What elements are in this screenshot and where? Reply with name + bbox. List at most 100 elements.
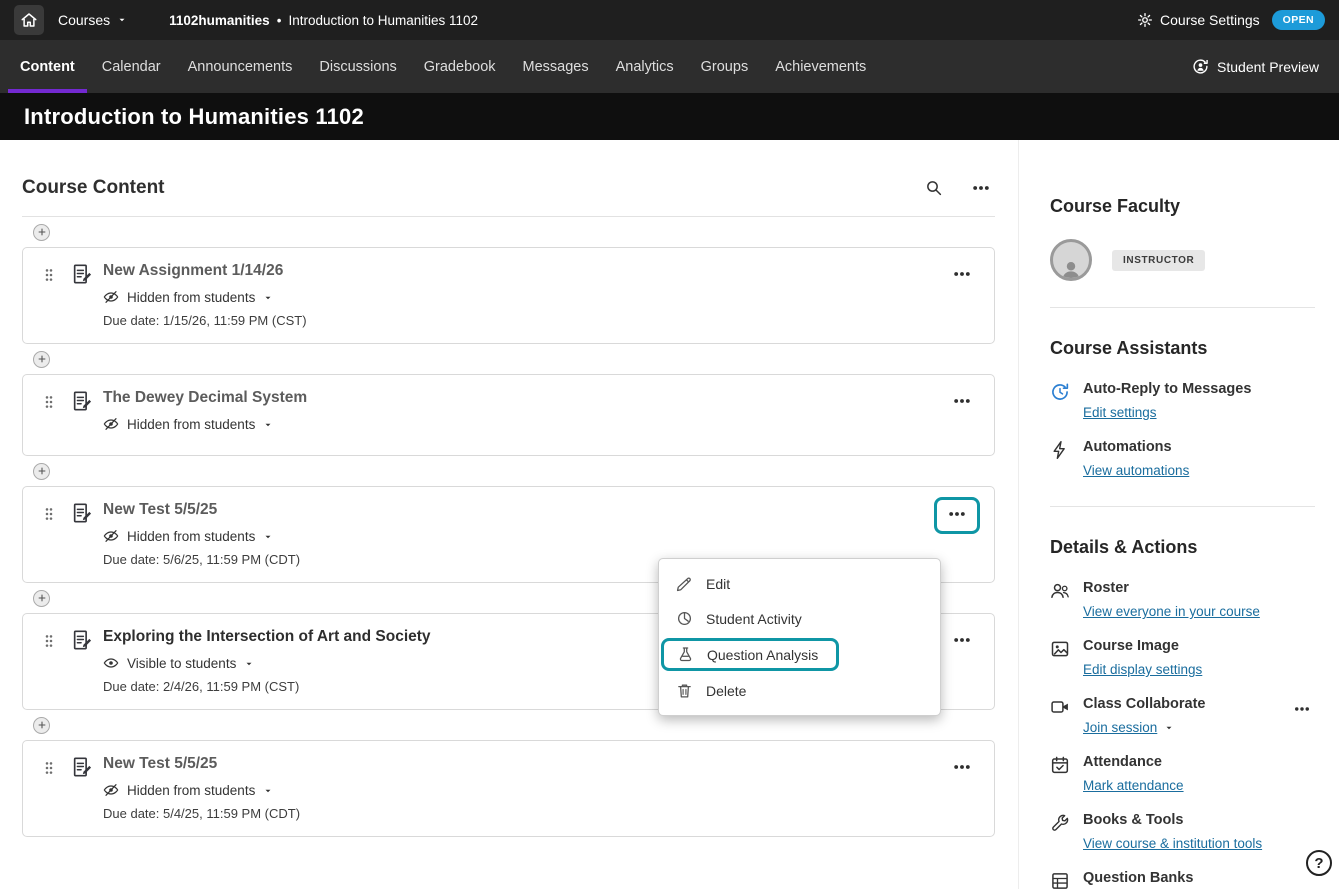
- test-icon: [71, 756, 93, 778]
- item-menu-button[interactable]: [948, 628, 976, 652]
- content-item-card: New Test 5/5/25 Hidden from students Due…: [22, 740, 995, 837]
- caret-down-icon: [263, 532, 273, 542]
- caret-down-icon: [263, 293, 273, 303]
- visibility-label: Hidden from students: [127, 290, 255, 305]
- item-menu-button[interactable]: [948, 755, 976, 779]
- drag-handle-icon[interactable]: [37, 628, 63, 649]
- item-title-link[interactable]: New Test 5/5/25: [103, 501, 934, 519]
- calendar-check-icon: [1050, 754, 1070, 795]
- menu-item-student-activity[interactable]: Student Activity: [659, 601, 940, 636]
- details-actions-section: Details & Actions Roster View everyone i…: [1050, 506, 1315, 889]
- content-item-card: New Assignment 1/14/26 Hidden from stude…: [22, 247, 995, 344]
- mark-attendance-link[interactable]: Mark attendance: [1083, 778, 1184, 793]
- top-bar: Courses 1102humanities • Introduction to…: [0, 0, 1339, 40]
- item-title-link[interactable]: The Dewey Decimal System: [103, 389, 948, 407]
- plus-icon: [37, 720, 47, 730]
- add-content-button[interactable]: [33, 590, 50, 607]
- item-title-link[interactable]: New Assignment 1/14/26: [103, 262, 948, 280]
- content-menu-button[interactable]: [967, 176, 995, 200]
- eye-slash-icon: [103, 289, 119, 305]
- blackboard-course-page: Courses 1102humanities • Introduction to…: [0, 0, 1339, 889]
- flask-icon: [677, 646, 694, 663]
- eye-slash-icon: [103, 782, 119, 798]
- add-content-button[interactable]: [33, 224, 50, 241]
- courses-label: Courses: [58, 12, 110, 28]
- details-item-title: Course Image: [1083, 638, 1315, 654]
- activity-clock-icon: [676, 610, 693, 627]
- edit-settings-link[interactable]: Edit settings: [1083, 405, 1157, 420]
- item-body: New Test 5/5/25 Hidden from students Due…: [103, 755, 948, 821]
- visibility-dropdown[interactable]: Visible to students: [103, 655, 254, 671]
- visibility-dropdown[interactable]: Hidden from students: [103, 416, 273, 432]
- item-title-link[interactable]: New Test 5/5/25: [103, 755, 948, 773]
- drag-handle-icon[interactable]: [37, 389, 63, 410]
- tab-groups[interactable]: Groups: [701, 40, 749, 93]
- menu-item-question-analysis[interactable]: Question Analysis: [661, 638, 839, 671]
- breadcrumb-separator: •: [277, 13, 282, 28]
- breadcrumb-course-name: Introduction to Humanities 1102: [288, 13, 478, 28]
- home-button[interactable]: [14, 5, 44, 35]
- visibility-dropdown[interactable]: Hidden from students: [103, 289, 273, 305]
- item-menu-button[interactable]: [948, 389, 976, 413]
- details-item-title: Question Banks: [1083, 870, 1315, 886]
- ellipsis-icon: [952, 264, 972, 284]
- add-content-row: [22, 217, 995, 247]
- tab-gradebook[interactable]: Gradebook: [424, 40, 496, 93]
- drag-handle-icon[interactable]: [37, 262, 63, 283]
- student-preview-icon: [1192, 58, 1209, 75]
- tab-achievements[interactable]: Achievements: [775, 40, 866, 93]
- auto-reply-icon: [1050, 381, 1070, 422]
- course-settings-button[interactable]: Course Settings: [1137, 12, 1260, 28]
- tab-discussions[interactable]: Discussions: [319, 40, 396, 93]
- menu-item-delete[interactable]: Delete: [659, 673, 940, 708]
- ellipsis-icon: [947, 504, 967, 524]
- details-item-course-image: Course Image Edit display settings: [1050, 638, 1315, 679]
- drag-handle-icon[interactable]: [37, 755, 63, 776]
- assistant-item-title: Auto-Reply to Messages: [1083, 381, 1315, 397]
- visibility-dropdown[interactable]: Hidden from students: [103, 782, 273, 798]
- tab-announcements[interactable]: Announcements: [188, 40, 293, 93]
- help-button[interactable]: ?: [1306, 850, 1332, 876]
- eye-slash-icon: [103, 528, 119, 544]
- drag-handle-icon[interactable]: [37, 501, 63, 522]
- add-content-button[interactable]: [33, 717, 50, 734]
- plus-icon: [37, 466, 47, 476]
- ellipsis-icon: [952, 391, 972, 411]
- join-session-link[interactable]: Join session: [1083, 720, 1174, 735]
- collaborate-menu-button[interactable]: [1289, 698, 1315, 720]
- courses-dropdown[interactable]: Courses: [58, 12, 127, 28]
- instructor-role-badge: INSTRUCTOR: [1112, 250, 1205, 271]
- edit-display-settings-link[interactable]: Edit display settings: [1083, 662, 1202, 677]
- visibility-label: Hidden from students: [127, 417, 255, 432]
- search-icon: [925, 179, 943, 197]
- add-content-button[interactable]: [33, 463, 50, 480]
- details-item-title: Class Collaborate: [1083, 696, 1276, 712]
- breadcrumb-course-id: 1102humanities: [169, 13, 270, 28]
- instructor-avatar[interactable]: [1050, 239, 1092, 281]
- student-preview-label: Student Preview: [1217, 59, 1319, 75]
- tab-content[interactable]: Content: [20, 40, 75, 93]
- item-body: The Dewey Decimal System Hidden from stu…: [103, 389, 948, 440]
- caret-down-icon: [117, 15, 127, 25]
- due-date: Due date: 5/4/25, 11:59 PM (CDT): [103, 806, 948, 821]
- tab-messages[interactable]: Messages: [523, 40, 589, 93]
- ellipsis-icon: [952, 757, 972, 777]
- pencil-icon: [676, 575, 693, 592]
- add-content-button[interactable]: [33, 351, 50, 368]
- student-preview-button[interactable]: Student Preview: [1192, 40, 1319, 93]
- add-content-row: [22, 344, 995, 374]
- course-open-badge[interactable]: OPEN: [1272, 10, 1325, 30]
- search-button[interactable]: [925, 179, 943, 197]
- visibility-dropdown[interactable]: Hidden from students: [103, 528, 273, 544]
- assistant-item-auto-reply: Auto-Reply to Messages Edit settings: [1050, 381, 1315, 422]
- item-menu-button-active[interactable]: [943, 502, 971, 526]
- details-item-roster: Roster View everyone in your course: [1050, 580, 1315, 621]
- item-menu-button[interactable]: [948, 262, 976, 286]
- view-everyone-link[interactable]: View everyone in your course: [1083, 604, 1260, 619]
- menu-item-edit[interactable]: Edit: [659, 566, 940, 601]
- tab-calendar[interactable]: Calendar: [102, 40, 161, 93]
- tab-analytics[interactable]: Analytics: [616, 40, 674, 93]
- view-automations-link[interactable]: View automations: [1083, 463, 1189, 478]
- view-course-tools-link[interactable]: View course & institution tools: [1083, 836, 1262, 851]
- course-faculty-heading: Course Faculty: [1050, 196, 1315, 217]
